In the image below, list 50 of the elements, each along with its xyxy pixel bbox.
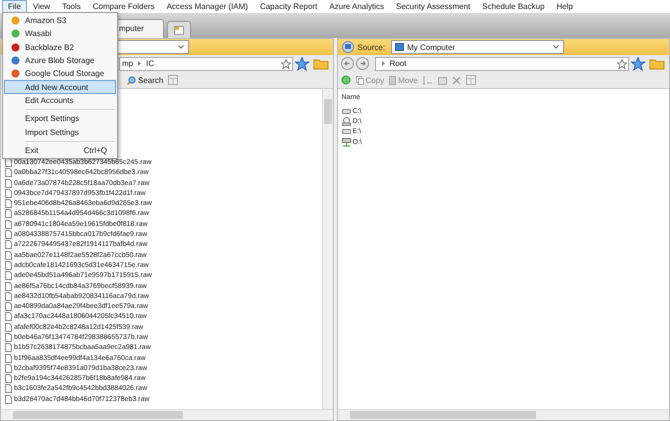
chevron-down-icon (178, 45, 184, 49)
source-combobox[interactable]: My Computer (391, 40, 564, 54)
delete-icon[interactable] (452, 76, 461, 84)
search-icon (127, 76, 136, 84)
menu-bar-item[interactable]: Tools (56, 0, 87, 14)
source-label: Source: (358, 42, 386, 52)
horizontal-scrollbar[interactable] (1, 409, 332, 420)
move-icon (389, 76, 396, 84)
folder-icon[interactable] (312, 57, 328, 70)
computer-icon (395, 42, 404, 52)
network-drive-icon (342, 138, 350, 147)
drive-icon (342, 128, 350, 136)
disc-drive-icon (342, 116, 350, 126)
menu-bar-item[interactable]: Help (550, 0, 579, 14)
horizontal-scrollbar[interactable] (338, 409, 669, 420)
panel-icon[interactable] (466, 75, 476, 85)
star-outline-icon (280, 58, 290, 68)
menu-bar-item[interactable]: View (26, 0, 56, 14)
panel-icon[interactable] (168, 75, 178, 85)
box-icon[interactable] (438, 76, 447, 84)
folder-icon[interactable] (649, 57, 665, 70)
path-separator-icon (382, 61, 384, 66)
path-field[interactable]: mp IC (119, 56, 292, 70)
menu-item[interactable]: Azure Blob Storage (4, 54, 116, 68)
menu-bar-item[interactable]: Compare Folders (86, 0, 161, 14)
menu-bar-item[interactable]: Access Manager (IAM) (160, 0, 254, 14)
rename-icon[interactable] (422, 76, 433, 84)
path-separator-icon (138, 61, 142, 66)
vertical-scrollbar[interactable] (322, 89, 332, 409)
menu-item[interactable]: Exit Ctrl+Q (4, 144, 116, 157)
favorites-star-icon[interactable] (631, 56, 647, 70)
new-tab-icon (174, 26, 184, 34)
drive-icon (342, 108, 350, 115)
menu-item[interactable]: Edit Accounts (4, 94, 116, 108)
path-field[interactable]: Root (374, 56, 629, 70)
chevron-down-icon (553, 45, 560, 49)
search-button[interactable]: Search (127, 76, 164, 84)
menu-bar-item[interactable]: Schedule Backup (476, 0, 551, 14)
computer-icon (342, 41, 354, 53)
menu-item[interactable]: Google Cloud Storage (4, 67, 116, 80)
favorites-star-icon[interactable] (294, 56, 310, 70)
menu-bar-item[interactable]: Security Assessment (390, 0, 476, 14)
star-outline-icon (617, 58, 627, 68)
new-tab-button[interactable] (167, 21, 191, 38)
menu-bar-item[interactable]: Azure Analytics (323, 0, 390, 14)
menu-bar-item[interactable]: Capacity Report (254, 0, 324, 14)
copy-icon (356, 76, 364, 84)
menu-item[interactable]: Add New Account (4, 80, 116, 94)
menu-item[interactable]: Export Settings (4, 112, 116, 126)
menu-item[interactable]: Import Settings (4, 125, 116, 139)
